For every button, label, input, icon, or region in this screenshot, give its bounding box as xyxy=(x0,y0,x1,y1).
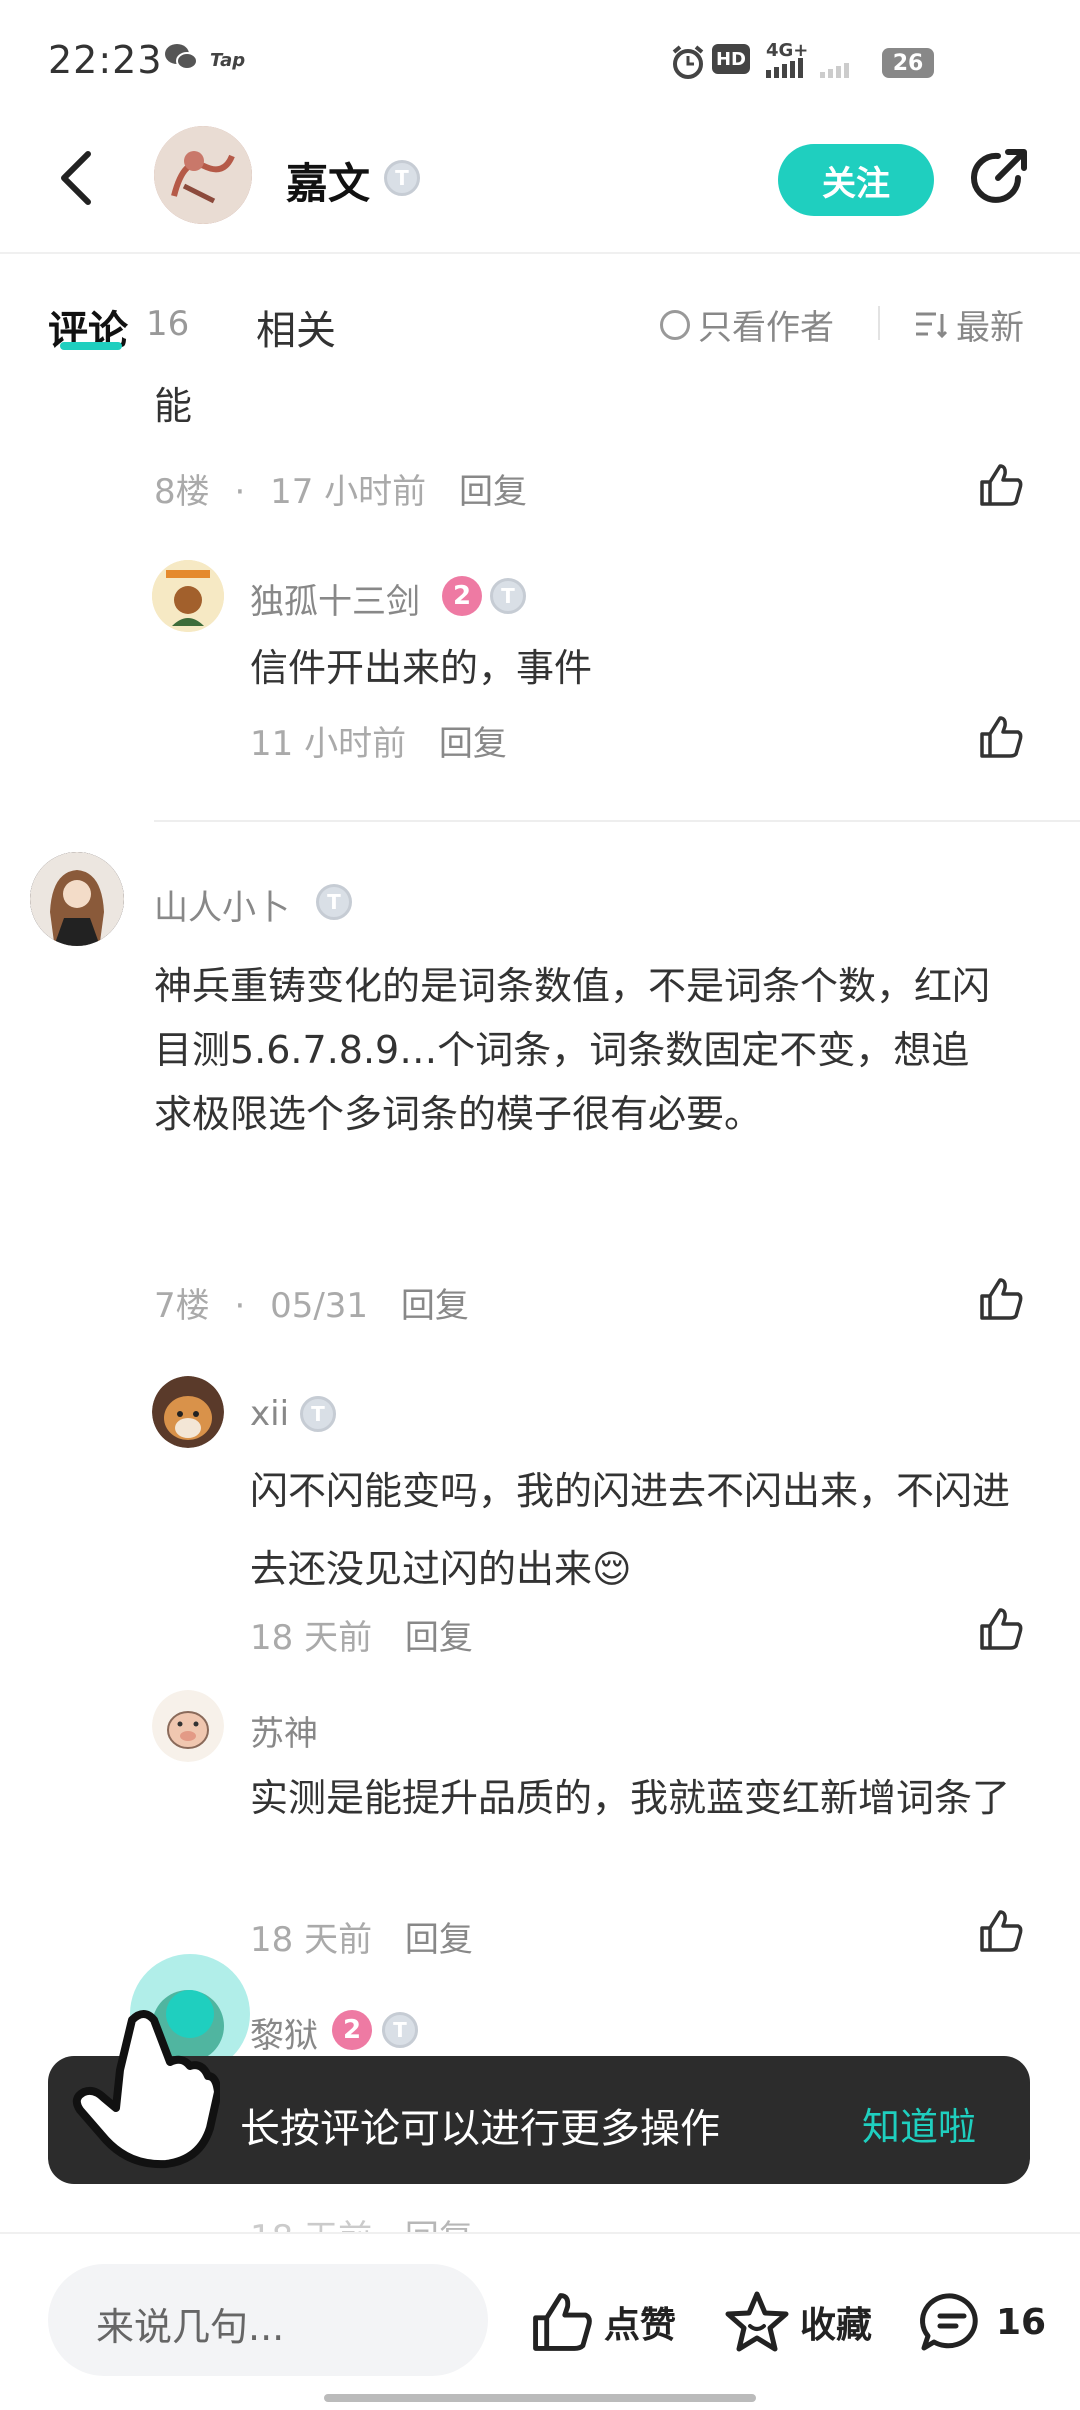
collect-action-button[interactable]: 收藏 xyxy=(724,2290,872,2354)
status-time: 22:23 xyxy=(48,38,163,82)
star-icon xyxy=(725,2291,789,2352)
back-icon[interactable] xyxy=(56,150,96,206)
comment-text-tail[interactable]: 能 xyxy=(154,376,192,436)
follow-button[interactable]: 关注 xyxy=(778,144,934,216)
reply-username[interactable]: xii xyxy=(250,1394,289,1434)
comment-separator xyxy=(154,820,1080,822)
only-author-toggle[interactable]: 只看作者 xyxy=(660,300,834,349)
reply-avatar[interactable] xyxy=(152,1376,224,1448)
like-icon[interactable] xyxy=(978,1606,1024,1652)
battery-icon: 26 xyxy=(882,48,934,78)
hd-icon: HD xyxy=(712,44,750,74)
reply-meta: 18 天前 回复 xyxy=(250,1610,473,1659)
like-action-button[interactable]: 点赞 xyxy=(530,2290,676,2354)
status-bar: 22:23 Tap HD 4G+ 26 xyxy=(0,0,1080,120)
comment-text[interactable]: 神兵重铸变化的是词条数值，不是词条个数，红闪目测5.6.7.8.9…个词条，词条… xyxy=(154,954,1004,1146)
meta-dot: · xyxy=(234,472,246,512)
reply-text[interactable]: 信件开出来的，事件 xyxy=(250,636,592,700)
comment-time: 05/31 xyxy=(270,1286,369,1326)
reply-meta: 11 小时前 回复 xyxy=(250,716,507,765)
home-indicator[interactable] xyxy=(324,2394,756,2402)
reply-time: 18 天前 xyxy=(250,1618,373,1658)
comment-time: 17 小时前 xyxy=(270,472,427,512)
signal-icon xyxy=(766,58,849,78)
reply-button[interactable]: 回复 xyxy=(405,1618,473,1658)
t-level-badge-icon: T xyxy=(382,2012,418,2048)
tab-divider xyxy=(878,306,880,340)
only-author-label: 只看作者 xyxy=(698,308,834,348)
sort-toggle[interactable]: 最新 xyxy=(914,300,1024,349)
like-icon[interactable] xyxy=(978,1276,1024,1322)
t-level-badge-icon: T xyxy=(300,1396,336,1432)
collect-label: 收藏 xyxy=(800,2305,873,2346)
like-icon[interactable] xyxy=(978,462,1024,508)
reply-button[interactable]: 回复 xyxy=(439,724,507,764)
reply-text[interactable]: 闪不闪能变吗，我的闪进去不闪出来，不闪进去还没见过闪的出来😌 xyxy=(250,1452,1030,1608)
meta-dot: · xyxy=(234,1286,246,1326)
commenter-name[interactable]: 山人小卜 xyxy=(154,880,290,929)
tab-comments-count: 16 xyxy=(146,304,190,344)
hand-pointer-icon xyxy=(72,2010,220,2169)
commenter-avatar[interactable] xyxy=(30,852,124,946)
wechat-icon xyxy=(165,44,198,70)
comment-meta: 8楼 · 17 小时前 回复 xyxy=(154,464,527,513)
reply-username[interactable]: 黎狱 xyxy=(250,2008,318,2057)
hint-toast-text: 长按评论可以进行更多操作 xyxy=(240,2106,720,2152)
reply-button[interactable]: 回复 xyxy=(405,1920,473,1960)
alarm-icon xyxy=(672,45,704,79)
author-avatar[interactable] xyxy=(154,126,252,224)
reply-avatar[interactable] xyxy=(152,560,224,632)
comment-input-placeholder: 来说几句... xyxy=(96,2305,285,2349)
t-level-badge-icon: T xyxy=(316,884,352,920)
reply-text[interactable]: 实测是能提升品质的，我就蓝变红新增词条了 xyxy=(250,1764,1030,1832)
reply-avatar[interactable] xyxy=(152,1690,224,1762)
comments-count: 16 xyxy=(996,2301,1047,2343)
comments-action-button[interactable]: 16 xyxy=(918,2290,1046,2354)
comment-bubble-icon xyxy=(920,2293,978,2351)
reply-meta: 18 天前 回复 xyxy=(250,1912,473,1961)
t-level-badge-icon: T xyxy=(490,578,526,614)
sort-label: 最新 xyxy=(956,308,1024,348)
sort-icon xyxy=(916,312,948,338)
level-2-badge: 2 xyxy=(442,576,482,616)
tap-icon: Tap xyxy=(210,50,246,71)
tab-related[interactable]: 相关 xyxy=(256,298,336,356)
like-icon[interactable] xyxy=(978,1908,1024,1954)
like-icon[interactable] xyxy=(978,714,1024,760)
tab-active-indicator xyxy=(60,342,122,350)
reply-time: 18 天前 xyxy=(250,1920,373,1960)
reply-username[interactable]: 苏神 xyxy=(250,1706,318,1755)
radio-circle-icon xyxy=(660,309,690,340)
got-it-button[interactable]: 知道啦 xyxy=(862,2096,976,2151)
author-name[interactable]: 嘉文 xyxy=(286,150,370,211)
share-icon[interactable] xyxy=(968,144,1032,208)
like-label: 点赞 xyxy=(604,2305,677,2346)
reply-button[interactable]: 回复 xyxy=(459,472,527,512)
reply-username[interactable]: 独孤十三剑 xyxy=(250,574,420,623)
floor-label: 7楼 xyxy=(154,1286,210,1326)
level-2-badge: 2 xyxy=(332,2010,372,2050)
reply-button[interactable]: 回复 xyxy=(401,1286,469,1326)
like-icon xyxy=(533,2293,592,2351)
reply-time: 11 小时前 xyxy=(250,724,407,764)
comment-meta: 7楼 · 05/31 回复 xyxy=(154,1278,469,1327)
level-badge-icon: T xyxy=(384,160,420,196)
floor-label: 8楼 xyxy=(154,472,210,512)
